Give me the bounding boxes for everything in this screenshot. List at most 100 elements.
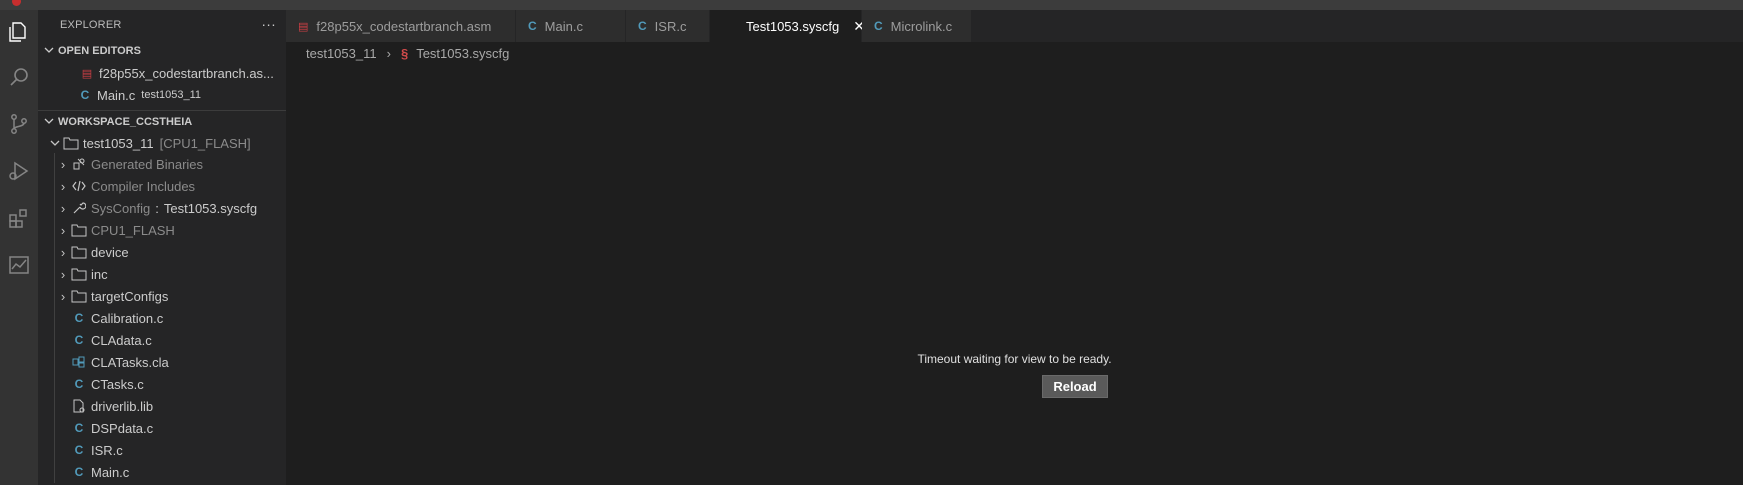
chevron-right-icon: ›: [60, 222, 66, 238]
extensions-icon[interactable]: [0, 198, 38, 238]
chevron-down-icon: [44, 116, 58, 129]
window-close-dot[interactable]: [12, 0, 21, 6]
tree-item-clatasks[interactable]: CLATasks.cla: [38, 351, 286, 373]
tree-item-dspdata[interactable]: C DSPdata.c: [38, 417, 286, 439]
project-config: [CPU1_FLASH]: [159, 135, 251, 151]
tree-item-label: Generated Binaries: [91, 156, 204, 172]
tree-item-label: Compiler Includes: [91, 178, 196, 194]
activity-bar: [0, 10, 38, 485]
folder-icon: [70, 223, 88, 237]
more-actions-icon[interactable]: ···: [261, 16, 276, 32]
workspace-header[interactable]: WORKSPACE_CCSTHEIA: [38, 111, 286, 133]
chevron-right-icon: ›: [60, 288, 66, 304]
tab-main-c[interactable]: C Main.c: [516, 10, 626, 42]
tree-item-label: inc: [91, 266, 108, 282]
tree-item-driverlib[interactable]: driverlib.lib: [38, 395, 286, 417]
source-control-icon[interactable]: [0, 104, 38, 144]
tree-item-label: Main.c: [91, 464, 130, 480]
explorer-title: EXPLORER: [60, 19, 122, 31]
tree-item-value: Test1053.syscfg: [163, 200, 258, 216]
timeout-message: Timeout waiting for view to be ready.: [917, 352, 1112, 366]
tree-item-sysconfig[interactable]: › SysConfig : Test1053.syscfg: [38, 197, 286, 219]
tree-item-label: device: [91, 244, 129, 260]
library-file-icon: [70, 399, 88, 413]
c-file-icon: C: [528, 19, 537, 33]
folder-icon: [70, 267, 88, 281]
tree-item-label: DSPdata.c: [91, 420, 154, 436]
tab-label: Microlink.c: [890, 18, 953, 34]
tree-item-label: Calibration.c: [91, 310, 164, 326]
c-file-icon: C: [74, 465, 84, 479]
chevron-right-icon: ›: [60, 200, 66, 216]
c-file-icon: C: [80, 88, 90, 102]
open-editor-item[interactable]: C Main.c test1053_11: [38, 84, 286, 106]
ide-window: EXPLORER ··· OPEN EDITORS ▤ f28p55x_code…: [0, 0, 1743, 485]
open-editor-name: f28p55x_codestartbranch.as...: [99, 65, 274, 81]
tree-item-label: SysConfig: [91, 200, 151, 216]
tree-item-cpu1-flash[interactable]: › CPU1_FLASH: [38, 219, 286, 241]
c-file-icon: C: [74, 311, 84, 325]
editor-tabs: ▤ f28p55x_codestartbranch.asm C Main.c C…: [286, 10, 1743, 42]
tree-item-ctasks[interactable]: C CTasks.c: [38, 373, 286, 395]
c-file-icon: C: [74, 333, 84, 347]
tree-item-main[interactable]: C Main.c: [38, 461, 286, 483]
tree-item-label: targetConfigs: [91, 288, 169, 304]
c-file-icon: C: [874, 19, 883, 33]
asm-file-icon: ▤: [81, 67, 93, 80]
project-folder-icon: [62, 136, 80, 150]
folder-icon: [70, 245, 88, 259]
open-editor-item[interactable]: ▤ f28p55x_codestartbranch.as...: [38, 62, 286, 84]
tree-item-inc[interactable]: › inc: [38, 263, 286, 285]
chevron-down-icon: [48, 138, 62, 148]
explorer-sidebar: EXPLORER ··· OPEN EDITORS ▤ f28p55x_code…: [38, 10, 286, 485]
search-icon[interactable]: [0, 57, 38, 97]
open-editors-label: OPEN EDITORS: [58, 45, 141, 57]
breadcrumb: test1053_11 › § Test1053.syscfg: [286, 42, 1743, 64]
tree-item-compiler-includes[interactable]: › Compiler Includes: [38, 175, 286, 197]
tab-label: Test1053.syscfg: [746, 18, 840, 34]
c-file-icon: C: [74, 421, 84, 435]
chevron-right-icon: ›: [60, 156, 66, 172]
project-name: test1053_11: [83, 135, 154, 151]
breadcrumb-project[interactable]: test1053_11: [306, 46, 377, 61]
open-editor-desc: test1053_11: [141, 89, 202, 101]
chevron-right-icon: ›: [60, 266, 66, 282]
tree-item-label: driverlib.lib: [91, 398, 154, 414]
analytics-icon[interactable]: [0, 245, 38, 285]
tab-microlink-c[interactable]: C Microlink.c: [862, 10, 972, 42]
tab-label: Main.c: [544, 18, 583, 34]
tab-isr-c[interactable]: C ISR.c: [626, 10, 710, 42]
chevron-right-icon: ›: [60, 178, 66, 194]
tree-item-calibration[interactable]: C Calibration.c: [38, 307, 286, 329]
cla-file-icon: [70, 356, 88, 368]
open-editors-header[interactable]: OPEN EDITORS: [38, 40, 286, 62]
tree-item-targetconfigs[interactable]: › targetConfigs: [38, 285, 286, 307]
c-file-icon: C: [74, 443, 84, 457]
chevron-right-icon: ›: [386, 45, 391, 61]
project-row[interactable]: test1053_11 [CPU1_FLASH]: [38, 133, 286, 153]
tab-codestartbranch[interactable]: ▤ f28p55x_codestartbranch.asm: [286, 10, 516, 42]
tab-label: ISR.c: [654, 18, 687, 34]
binaries-icon: [70, 157, 88, 171]
chevron-right-icon: ›: [60, 244, 66, 260]
tab-label: f28p55x_codestartbranch.asm: [316, 18, 492, 34]
c-file-icon: C: [74, 377, 84, 391]
workspace-label: WORKSPACE_CCSTHEIA: [58, 116, 193, 128]
breadcrumb-file[interactable]: Test1053.syscfg: [416, 46, 509, 61]
syscfg-file-icon: §: [400, 45, 409, 61]
title-bar: [0, 0, 1743, 10]
reload-button[interactable]: Reload: [1042, 375, 1108, 398]
wrench-icon: [70, 201, 88, 215]
folder-icon: [70, 289, 88, 303]
tree-item-generated-binaries[interactable]: › Generated Binaries: [38, 153, 286, 175]
tree-item-device[interactable]: › device: [38, 241, 286, 263]
tree-item-isr[interactable]: C ISR.c: [38, 439, 286, 461]
tree-item-cladata[interactable]: C CLAdata.c: [38, 329, 286, 351]
tree-item-separator: :: [155, 200, 159, 216]
file-tree: › Generated Binaries › Compiler Includes…: [38, 153, 286, 483]
c-file-icon: C: [638, 19, 647, 33]
tab-test1053-syscfg[interactable]: Test1053.syscfg ✕: [710, 10, 865, 42]
explorer-icon[interactable]: [0, 12, 38, 52]
explorer-header: EXPLORER ···: [38, 10, 286, 40]
run-debug-icon[interactable]: [0, 151, 38, 191]
